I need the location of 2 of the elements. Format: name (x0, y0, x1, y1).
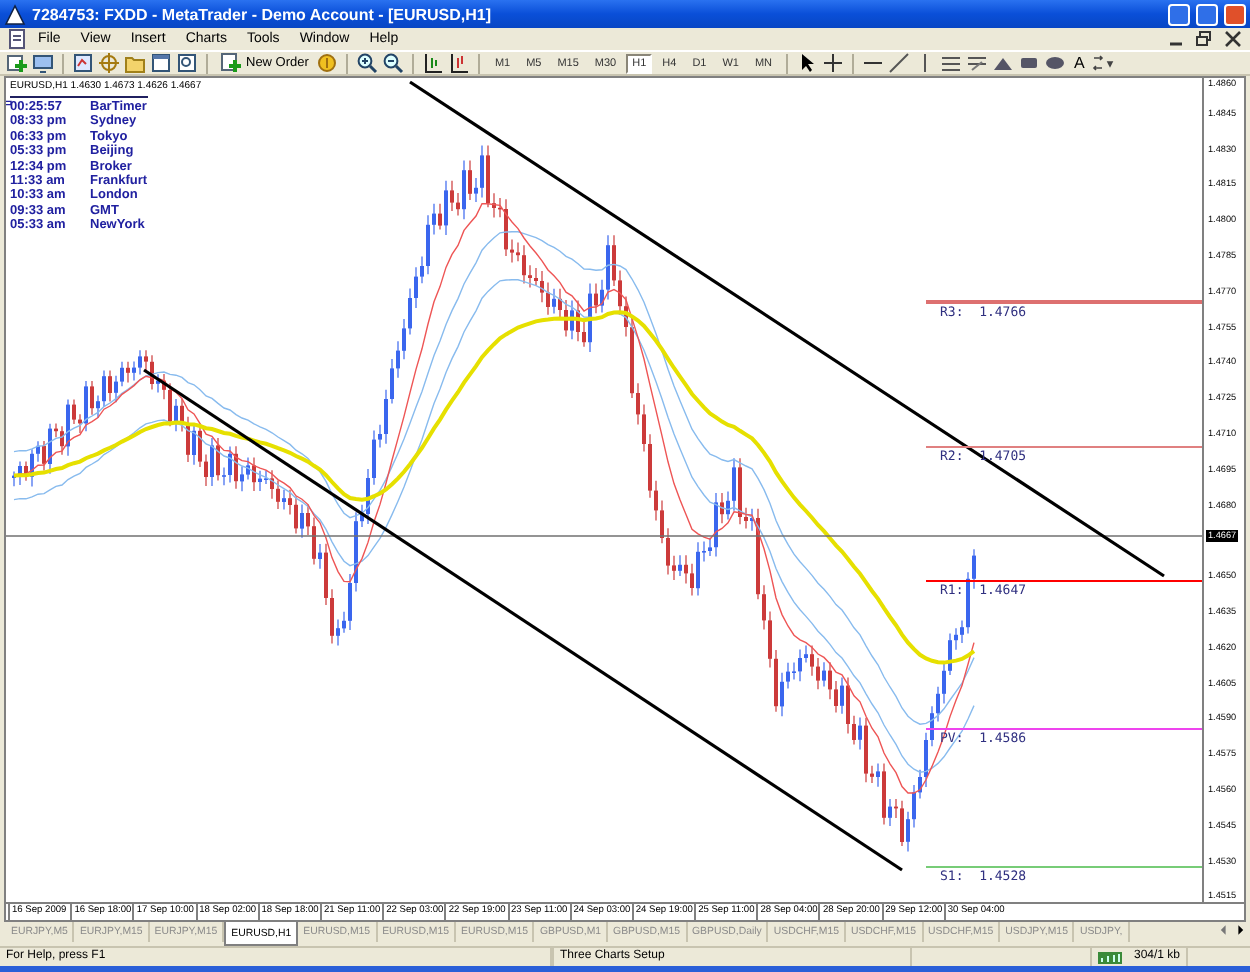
text-tool-button[interactable]: A (1070, 54, 1089, 72)
window-title: 7284753: FXDD - MetaTrader - Demo Account - [EURUSD,H1] (32, 5, 494, 23)
